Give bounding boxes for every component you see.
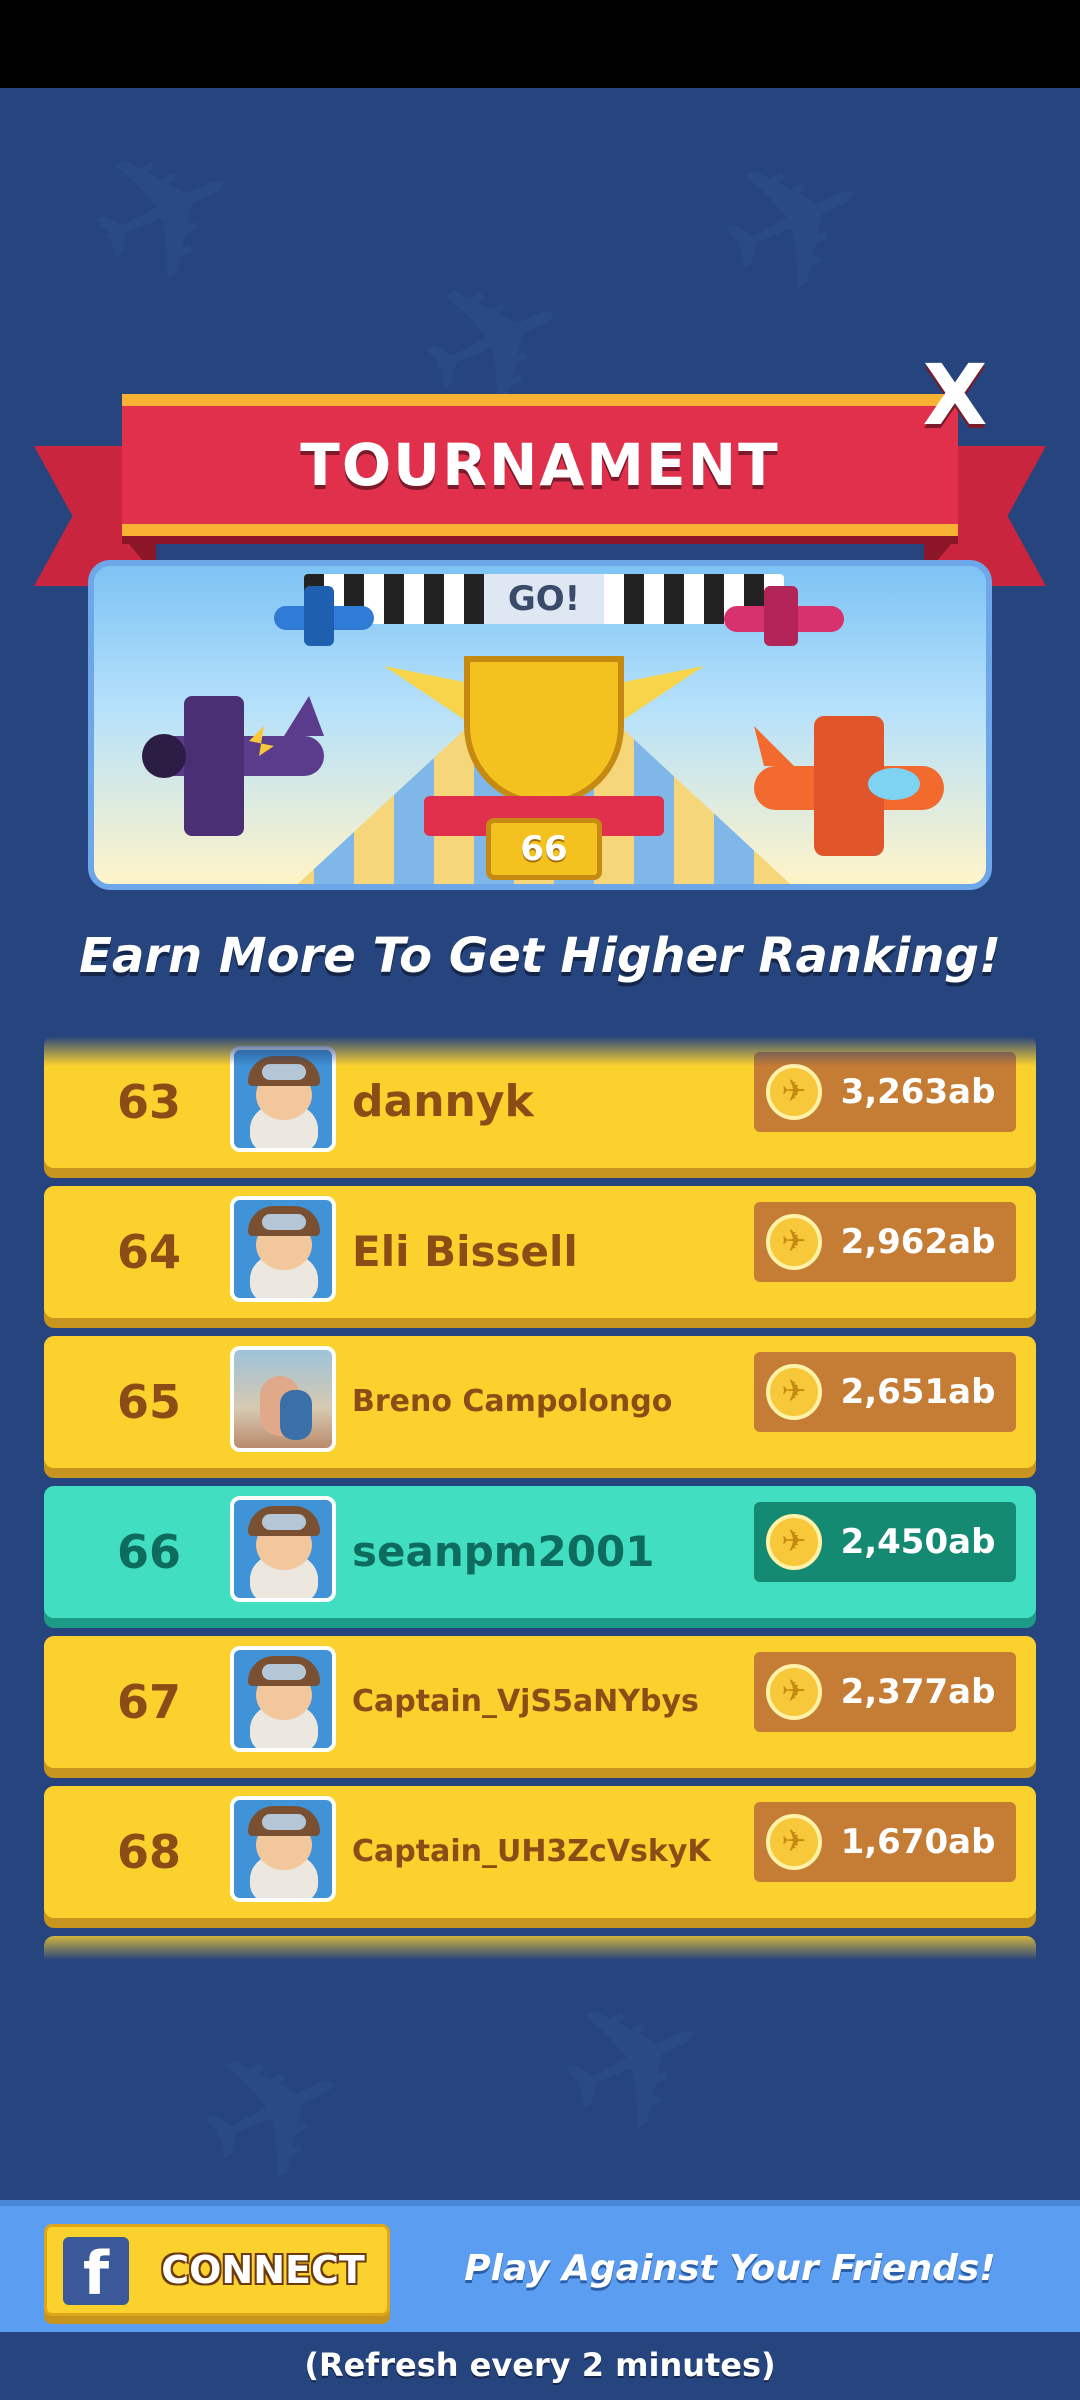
score-value: 2,651ab — [840, 1372, 996, 1412]
trophy-rank: 66 — [486, 818, 602, 880]
tournament-banner: GO! 66 — [88, 560, 992, 890]
status-bar — [0, 0, 1080, 88]
score-value: 1,670ab — [840, 1822, 996, 1862]
coin-icon: ✈ — [766, 1664, 822, 1720]
leaderboard-row[interactable]: 65 Breno Campolongo ✈ 2,651ab — [44, 1336, 1036, 1468]
go-flag-text: GO! — [484, 574, 604, 624]
photo-avatar — [230, 1346, 336, 1452]
player-name: Captain_VjS5aNYbys — [352, 1684, 699, 1719]
player-name: Breno Campolongo — [352, 1384, 673, 1419]
coin-icon: ✈ — [766, 1814, 822, 1870]
trophy-wing-left — [384, 666, 474, 726]
background-plane-icon: ✈ — [52, 87, 278, 342]
score-box: ✈ 2,962ab — [754, 1202, 1016, 1282]
player-name: dannyk — [352, 1076, 534, 1127]
leaderboard-row-current[interactable]: 66 seanpm2001 ✈ 2,450ab — [44, 1486, 1036, 1618]
score-box: ✈ 1,670ab — [754, 1802, 1016, 1882]
player-name: seanpm2001 — [352, 1527, 655, 1576]
leaderboard-row-partial[interactable] — [44, 1936, 1036, 1960]
facebook-connect-button[interactable]: f CONNECT — [44, 2224, 390, 2316]
blue-plane-icon — [274, 586, 374, 646]
player-name: Captain_UH3ZcVskyK — [352, 1834, 711, 1869]
coin-icon: ✈ — [766, 1064, 822, 1120]
leaderboard-list[interactable]: 63 dannyk ✈ 3,263ab 64 Eli Bissell ✈ 2,962ab 65 B… — [44, 1036, 1036, 1960]
leaderboard-row[interactable]: 68 Captain_UH3ZcVskyK ✈ 1,670ab — [44, 1786, 1036, 1918]
purple-plane-icon — [142, 696, 324, 836]
score-box: ✈ 2,377ab — [754, 1652, 1016, 1732]
play-friends-text: Play Against Your Friends! — [464, 2248, 996, 2289]
rank-number: 64 — [116, 1225, 181, 1279]
rank-number: 68 — [116, 1825, 181, 1879]
orange-plane-icon — [754, 716, 944, 856]
facebook-bar: f CONNECT Play Against Your Friends! — [0, 2200, 1080, 2332]
pilot-avatar — [230, 1496, 336, 1602]
score-box: ✈ 3,263ab — [754, 1052, 1016, 1132]
trophy-wing-right — [614, 666, 704, 726]
rank-number: 65 — [116, 1375, 181, 1429]
connect-label: CONNECT — [161, 2248, 365, 2292]
player-name: Eli Bissell — [352, 1227, 578, 1276]
score-value: 2,962ab — [840, 1222, 996, 1262]
leaderboard-row[interactable]: 67 Captain_VjS5aNYbys ✈ 2,377ab — [44, 1636, 1036, 1768]
score-box: ✈ 2,651ab — [754, 1352, 1016, 1432]
title-ribbon: TOURNAMENT — [122, 394, 958, 536]
rank-number: 66 — [116, 1525, 181, 1579]
page-title: TOURNAMENT — [300, 431, 780, 499]
score-box: ✈ 2,450ab — [754, 1502, 1016, 1582]
pilot-avatar — [230, 1196, 336, 1302]
background-plane-icon: ✈ — [522, 1937, 748, 2192]
coin-icon: ✈ — [766, 1514, 822, 1570]
background-plane-icon: ✈ — [682, 97, 908, 352]
refresh-note: (Refresh every 2 minutes) — [304, 2346, 776, 2384]
leaderboard-row[interactable]: 64 Eli Bissell ✈ 2,962ab — [44, 1186, 1036, 1318]
coin-icon: ✈ — [766, 1214, 822, 1270]
facebook-icon: f — [63, 2237, 129, 2309]
leaderboard-row[interactable]: 63 dannyk ✈ 3,263ab — [44, 1036, 1036, 1168]
score-value: 2,450ab — [840, 1522, 996, 1562]
score-value: 2,377ab — [840, 1672, 996, 1712]
pink-plane-icon — [724, 586, 844, 646]
pilot-avatar — [230, 1646, 336, 1752]
pilot-avatar — [230, 1046, 336, 1152]
coin-icon: ✈ — [766, 1364, 822, 1420]
close-button[interactable]: X — [920, 350, 990, 440]
pilot-avatar — [230, 1796, 336, 1902]
rank-number: 63 — [116, 1075, 181, 1129]
rank-number: 67 — [116, 1675, 181, 1729]
score-value: 3,263ab — [840, 1072, 996, 1112]
ranking-subtitle: Earn More To Get Higher Ranking! — [79, 928, 1001, 984]
